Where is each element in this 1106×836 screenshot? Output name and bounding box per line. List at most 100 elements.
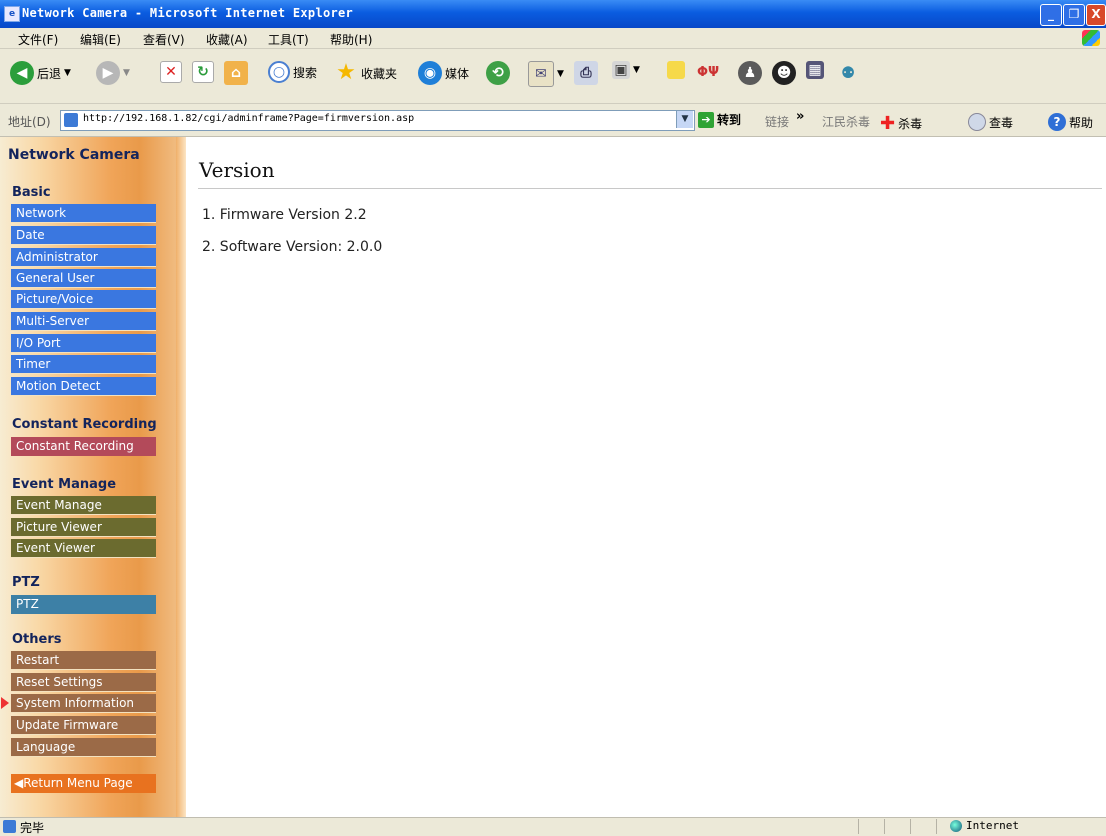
search-icon: ○ [268,61,290,83]
sidebar-item-motion-detect[interactable]: Motion Detect [11,377,156,396]
section-constant-recording: Constant Recording [12,417,157,432]
sidebar-item-language[interactable]: Language [11,738,156,757]
section-event-manage: Event Manage [12,477,117,492]
people-icon: ⚉ [840,63,856,82]
sidebar-edge [176,137,186,817]
sidebar-item-update-firmware[interactable]: Update Firmware [11,716,156,735]
favorites-button[interactable]: ★ 收藏夹 [334,61,397,85]
scan-virus-button[interactable]: 查毒 [968,113,1013,131]
stop-button[interactable]: ✕ [160,61,182,83]
sidebar-item-constant-recording[interactable]: Constant Recording [11,437,156,456]
sidebar-item-picture-viewer[interactable]: Picture Viewer [11,518,156,537]
section-basic: Basic [12,185,51,200]
status-text: 完毕 [20,821,45,835]
sidebar-item-timer[interactable]: Timer [11,355,156,374]
page-title: Version [199,158,275,182]
menu-bar: 文件(F) 编辑(E) 查看(V) 收藏(A) 工具(T) 帮助(H) [0,28,1106,49]
help-icon: ? [1048,113,1066,131]
research-icon: ▦ [806,61,824,79]
more-links-chevron-icon[interactable]: » [796,109,804,124]
title-bar: e Network Camera - Microsoft Internet Ex… [0,0,1106,28]
stop-icon: ✕ [160,61,182,83]
restore-button[interactable]: ❐ [1063,4,1085,26]
plugin-icon: ΦΨ [696,65,720,80]
history-button[interactable]: ⟲ [486,61,510,85]
edit-button[interactable]: ▣ ▼ [612,61,640,79]
sidebar-item-general-user[interactable]: General User [11,269,156,288]
menu-file[interactable]: 文件(F) [18,31,58,48]
globe-icon [950,819,962,832]
sidebar-item-ptz[interactable]: PTZ [11,595,156,614]
minimize-button[interactable]: _ [1040,4,1062,26]
toolbar: ◀ 后退 ▼ ▶ ▼ ✕ ↻ ⌂ ○ 搜索 ★ 收藏夹 ◉ 媒体 ⟲ ✉ ▼ ⎙… [0,49,1106,104]
contacts-button[interactable]: ⚉ [836,61,860,85]
address-bar: 地址(D) http://192.168.1.82/cgi/adminframe… [0,104,1106,137]
windows-logo-icon [1082,30,1100,46]
sidebar-item-event-viewer[interactable]: Event Viewer [11,539,156,558]
mail-button[interactable]: ✉ ▼ [528,61,564,87]
kill-virus-button[interactable]: ✚ 杀毒 [880,113,922,134]
messenger-button[interactable]: ♟ [738,61,762,85]
sidebar-item-administrator[interactable]: Administrator [11,248,156,267]
plugin-button[interactable]: ΦΨ [696,61,720,85]
menu-view[interactable]: 查看(V) [143,31,185,48]
media-button[interactable]: ◉ 媒体 [418,61,469,85]
penguin-icon: ☻ [772,61,796,85]
window-title: Network Camera - Microsoft Internet Expl… [22,6,354,20]
page-icon [64,113,78,127]
chevron-down-icon: ▼ [557,69,564,79]
section-others: Others [12,632,62,647]
messenger-icon: ♟ [738,61,762,85]
current-page-arrow-icon [1,697,9,709]
menu-tools[interactable]: 工具(T) [268,31,309,48]
status-bar: 完毕 Internet [0,817,1106,835]
go-arrow-icon: ➔ [698,111,714,128]
page-done-icon [3,820,16,833]
sidebar-item-network[interactable]: Network [11,204,156,223]
return-menu-button[interactable]: ◀Return Menu Page [11,774,156,793]
forward-button[interactable]: ▶ ▼ [96,61,130,85]
menu-favorites[interactable]: 收藏(A) [206,31,248,48]
sidebar-item-event-manage[interactable]: Event Manage [11,496,156,515]
jiangmin-link[interactable]: 江民杀毒 [822,113,870,130]
notes-button[interactable] [667,61,685,79]
close-button[interactable]: X [1086,4,1106,26]
status-divider [884,819,885,834]
sidebar-item-io-port[interactable]: I/O Port [11,334,156,353]
back-button[interactable]: ◀ 后退 ▼ [10,61,71,85]
qq-button[interactable]: ☻ [772,61,796,85]
red-cross-icon: ✚ [880,113,896,134]
menu-edit[interactable]: 编辑(E) [80,31,121,48]
refresh-icon: ↻ [192,61,214,83]
sidebar-item-picture-voice[interactable]: Picture/Voice [11,290,156,309]
sidebar-item-system-information[interactable]: System Information [11,694,156,713]
software-version-text: 2. Software Version: 2.0.0 [202,239,383,255]
research-button[interactable]: ▦ [806,61,824,79]
address-label: 地址(D) [8,115,51,129]
forward-arrow-icon: ▶ [96,61,120,85]
address-input[interactable]: http://192.168.1.82/cgi/adminframe?Page=… [60,110,695,131]
sidebar-item-reset-settings[interactable]: Reset Settings [11,673,156,692]
mail-icon: ✉ [528,61,554,87]
chevron-down-icon: ▼ [64,68,71,78]
home-button[interactable]: ⌂ [224,61,248,85]
links-label[interactable]: 链接 [765,113,789,130]
sidebar-item-restart[interactable]: Restart [11,651,156,670]
print-icon: ⎙ [574,61,598,85]
help-button[interactable]: ? 帮助 [1048,113,1093,131]
sidebar-item-multi-server[interactable]: Multi-Server [11,312,156,331]
refresh-button[interactable]: ↻ [192,61,214,83]
menu-help[interactable]: 帮助(H) [330,31,372,48]
sidebar-item-date[interactable]: Date [11,226,156,245]
go-button[interactable]: ➔ 转到 [698,111,741,128]
edit-icon: ▣ [612,61,630,79]
sidebar: Network Camera Basic Network Date Admini… [0,137,186,817]
status-divider [910,819,911,834]
status-divider [936,819,937,834]
left-triangle-icon: ◀ [14,776,24,790]
address-dropdown-button[interactable]: ▼ [676,111,693,128]
section-ptz: PTZ [12,575,40,590]
search-button[interactable]: ○ 搜索 [268,61,317,83]
print-button[interactable]: ⎙ [574,61,598,85]
media-icon: ◉ [418,61,442,85]
